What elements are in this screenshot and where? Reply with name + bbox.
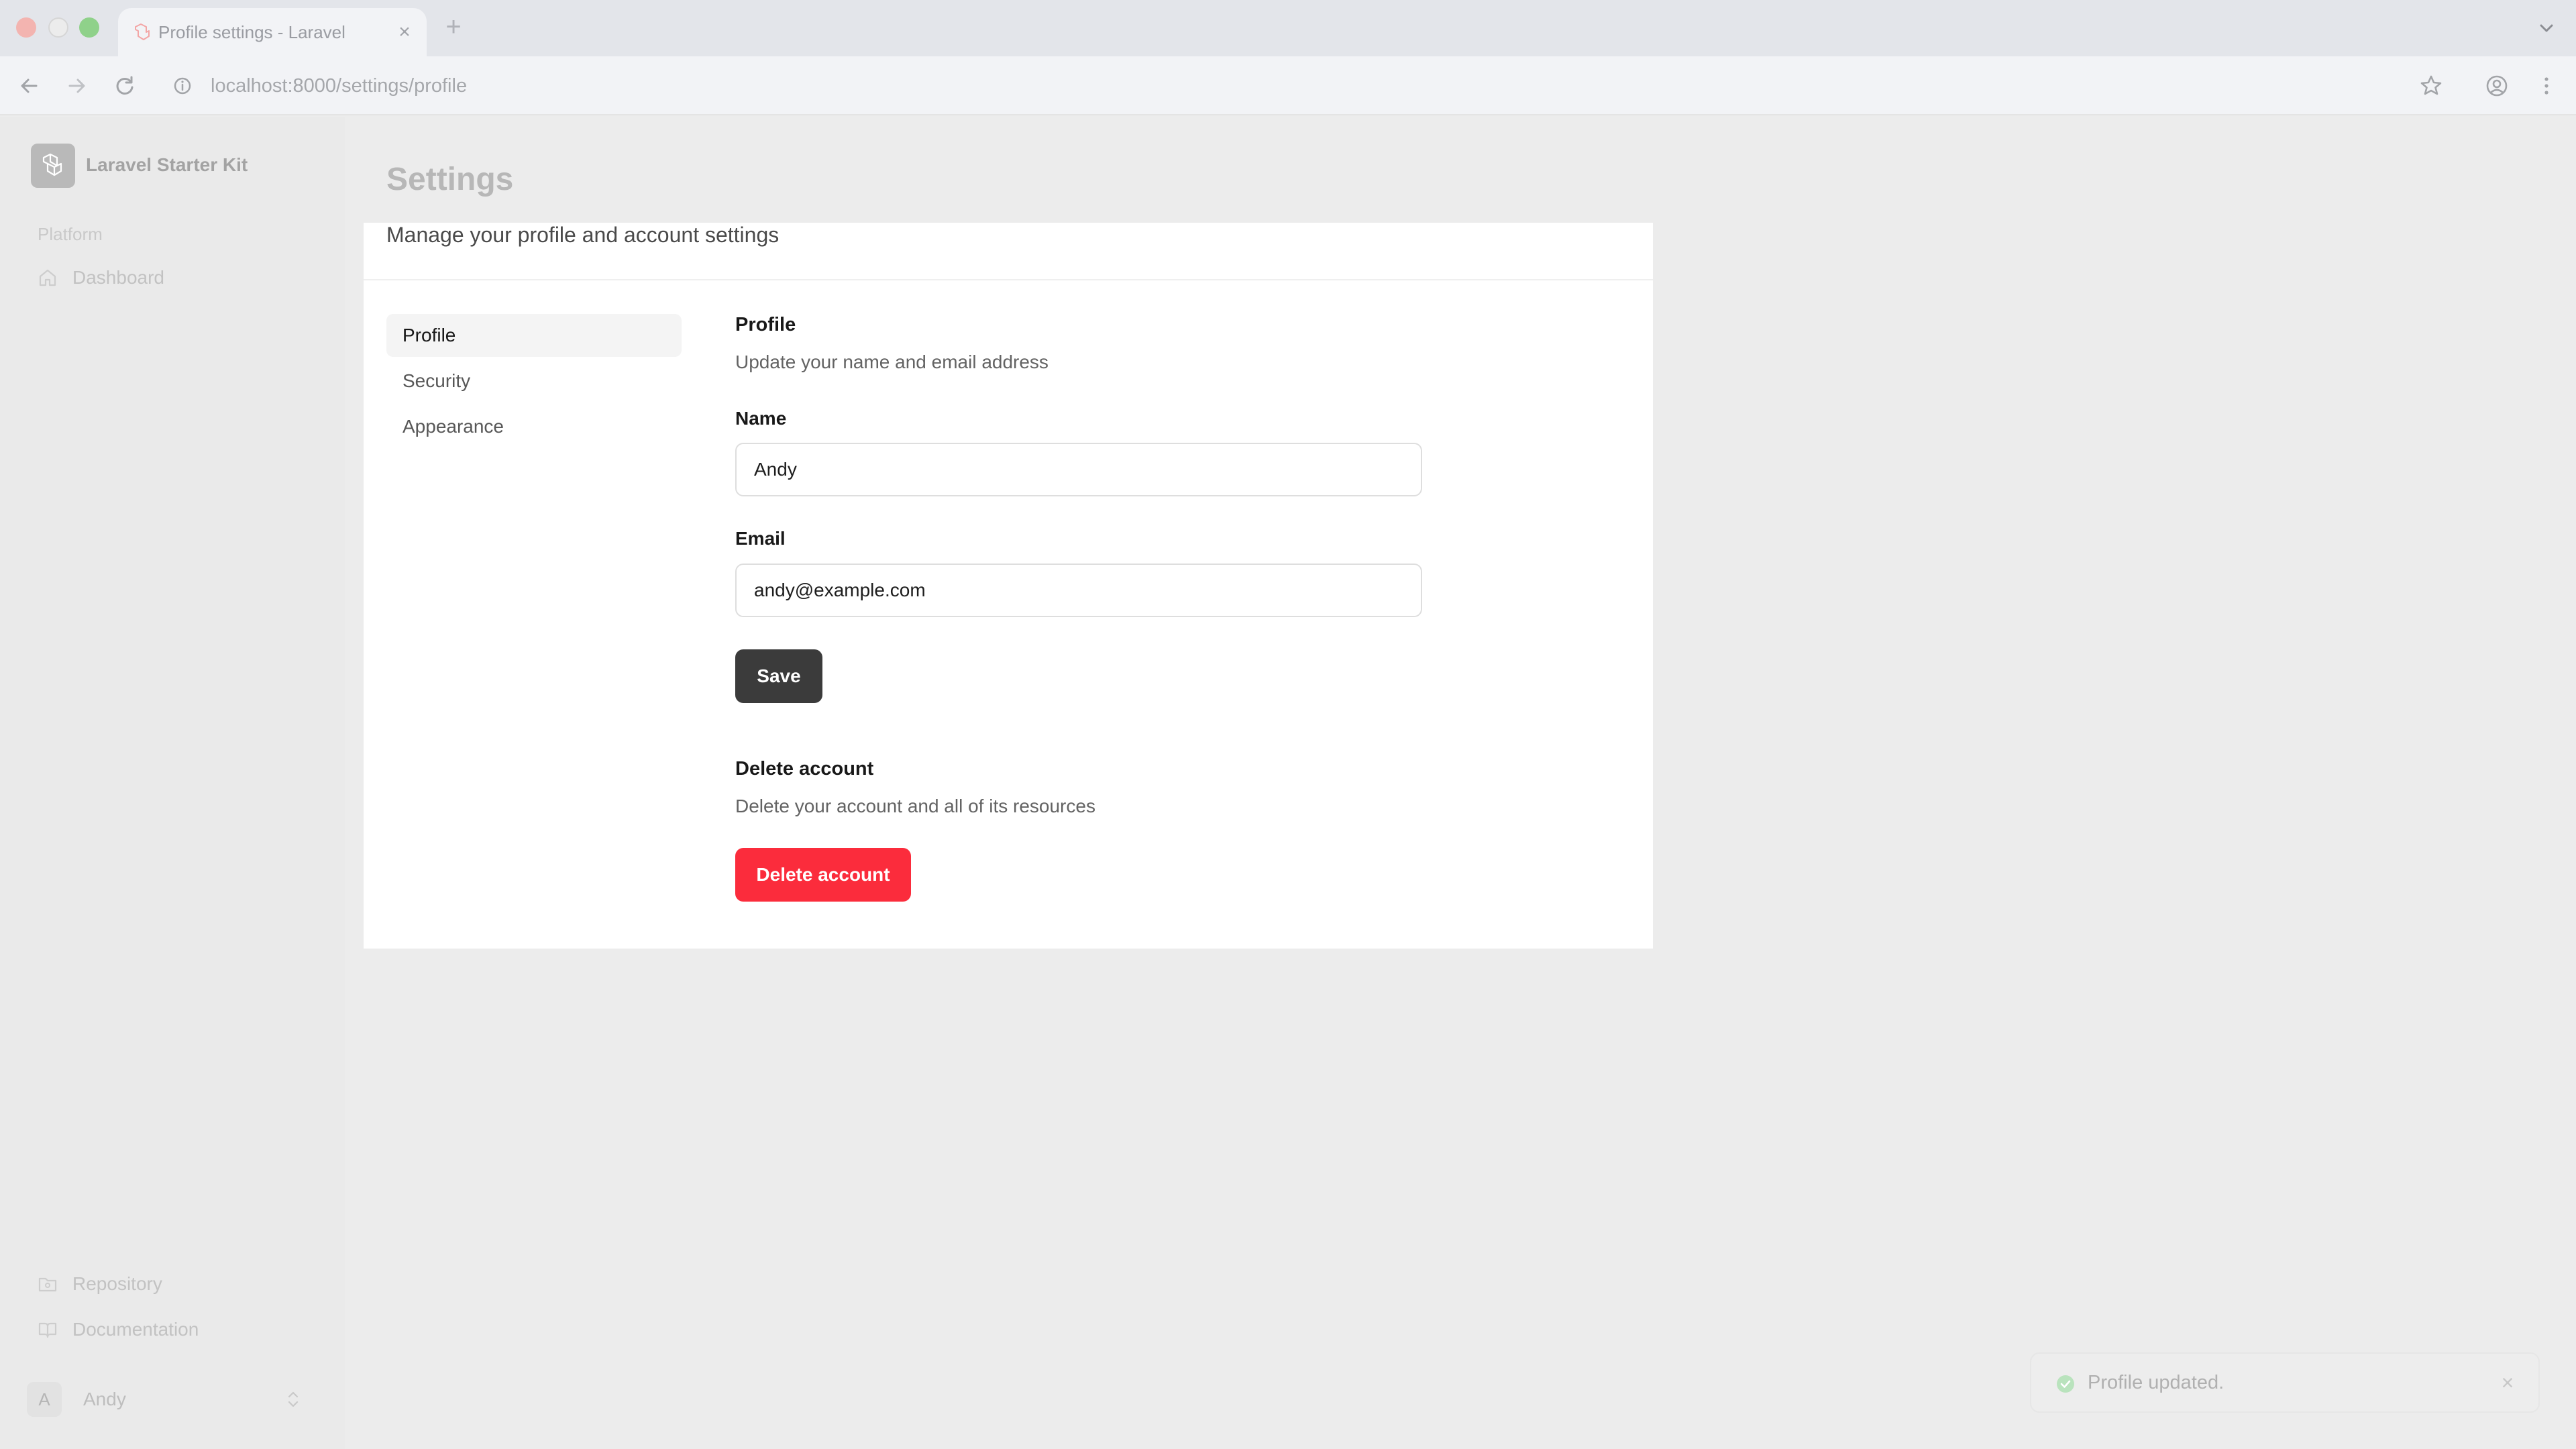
email-input[interactable] — [735, 564, 1422, 617]
browser-menu-icon[interactable] — [2532, 71, 2561, 101]
toast-notification: Profile updated. × — [2030, 1352, 2540, 1413]
sidebar-item-label: Repository — [72, 1273, 162, 1294]
sidebar-item-dashboard[interactable]: Dashboard — [38, 263, 164, 292]
sidebar-item-label: Dashboard — [72, 267, 164, 288]
chevrons-up-down-icon — [288, 1391, 299, 1407]
settings-nav-appearance[interactable]: Appearance — [386, 405, 682, 448]
tab-search-chevron-icon[interactable] — [2533, 15, 2560, 42]
user-menu-trigger[interactable]: A Andy — [27, 1374, 309, 1425]
book-open-icon — [38, 1322, 57, 1338]
toast-close-icon[interactable]: × — [2497, 1372, 2518, 1393]
profile-section-description: Update your name and email address — [735, 352, 1049, 372]
sidebar-item-repository[interactable]: Repository — [38, 1269, 162, 1299]
bookmark-star-icon[interactable] — [2416, 71, 2446, 101]
laravel-logo-icon — [42, 153, 62, 176]
user-name: Andy — [83, 1389, 126, 1409]
app-name[interactable]: Laravel Starter Kit — [86, 154, 248, 176]
divider — [364, 279, 1653, 280]
address-bar[interactable]: localhost:8000/settings/profile — [164, 64, 2418, 107]
page-title: Settings — [386, 162, 514, 197]
profile-account-icon[interactable] — [2482, 71, 2512, 101]
settings-nav: Profile Security Appearance — [386, 314, 682, 451]
sidebar: Laravel Starter Kit Platform Dashboard R… — [0, 117, 345, 1449]
window-minimize-button[interactable] — [48, 17, 68, 38]
sidebar-group-label: Platform — [38, 224, 103, 244]
window-zoom-button[interactable] — [79, 17, 99, 38]
window-close-button[interactable] — [16, 17, 36, 38]
sidebar-item-documentation[interactable]: Documentation — [38, 1315, 199, 1344]
home-icon — [39, 269, 56, 286]
settings-nav-security[interactable]: Security — [386, 360, 682, 402]
browser-tab-active[interactable]: Profile settings - Laravel × — [118, 8, 427, 56]
tab-close-icon[interactable]: × — [394, 22, 415, 42]
email-field-label: Email — [735, 528, 786, 549]
delete-account-button[interactable]: Delete account — [735, 848, 911, 902]
delete-account-title: Delete account — [735, 758, 874, 780]
address-url: localhost:8000/settings/profile — [211, 75, 468, 97]
avatar: A — [27, 1382, 62, 1417]
name-field-label: Name — [735, 408, 787, 429]
delete-account-description: Delete your account and all of its resou… — [735, 796, 1095, 816]
profile-section-title: Profile — [735, 314, 796, 335]
settings-nav-profile[interactable]: Profile — [386, 314, 682, 357]
toast-message: Profile updated. — [2088, 1372, 2224, 1393]
folder-git-icon — [38, 1277, 57, 1292]
forward-arrow-icon[interactable] — [62, 71, 91, 101]
save-button[interactable]: Save — [735, 649, 822, 703]
name-input[interactable] — [735, 443, 1422, 496]
site-info-icon[interactable] — [172, 75, 193, 97]
back-arrow-icon[interactable] — [15, 71, 44, 101]
browser-tabstrip: Profile settings - Laravel × + — [0, 0, 2576, 56]
tab-title: Profile settings - Laravel — [158, 22, 345, 42]
reload-icon[interactable] — [110, 71, 140, 101]
sidebar-item-label: Documentation — [72, 1319, 199, 1340]
app-logo[interactable] — [31, 144, 75, 188]
new-tab-button[interactable]: + — [440, 13, 467, 40]
settings-card: Manage your profile and account settings… — [364, 223, 1653, 949]
check-circle-icon — [2057, 1375, 2074, 1393]
browser-toolbar: localhost:8000/settings/profile — [0, 56, 2576, 115]
laravel-favicon-icon — [135, 23, 150, 40]
page-subtitle: Manage your profile and account settings — [386, 223, 780, 247]
